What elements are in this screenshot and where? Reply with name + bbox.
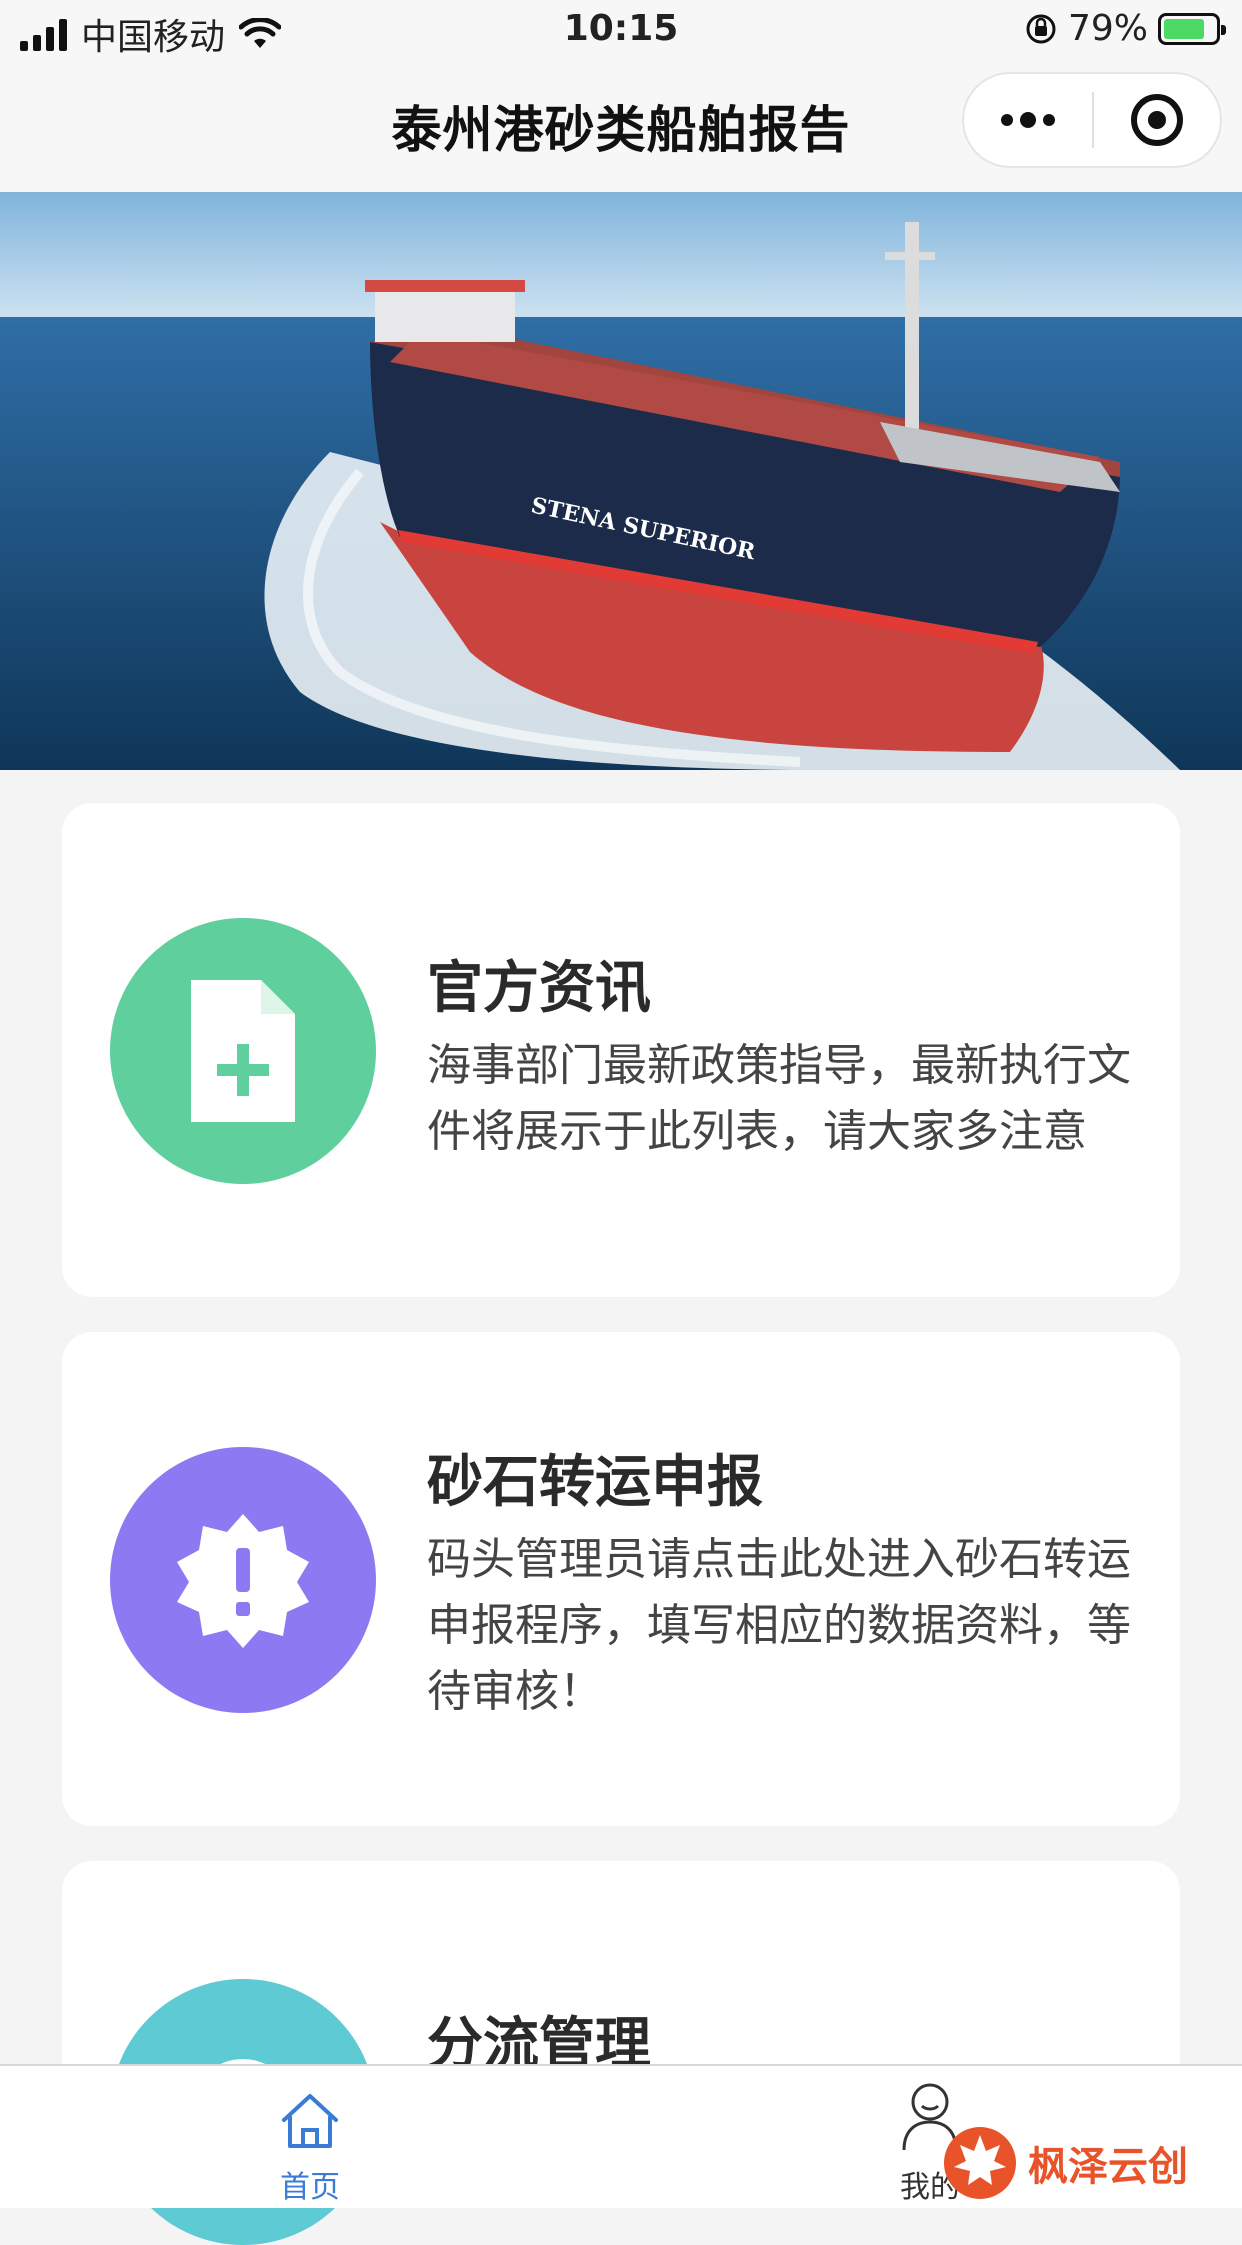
close-button[interactable] bbox=[1094, 74, 1220, 166]
alert-badge-icon bbox=[110, 1447, 376, 1713]
card-title: 砂石转运申报 bbox=[427, 1450, 763, 1515]
orientation-lock-icon bbox=[1026, 14, 1056, 43]
battery-percent: 79% bbox=[1067, 8, 1148, 49]
maple-leaf-icon bbox=[944, 2127, 1016, 2199]
target-icon bbox=[1131, 94, 1183, 146]
ship-illustration: STENA SUPERIOR bbox=[0, 192, 1242, 770]
card-official-news[interactable]: 官方资讯 海事部门最新政策指导，最新执行文件将展示于此列表，请大家多注意 bbox=[62, 803, 1180, 1297]
card-sand-transfer-report[interactable]: 砂石转运申报 码头管理员请点击此处进入砂石转运申报程序，填写相应的数据资料，等待… bbox=[62, 1332, 1180, 1826]
status-right: 79% bbox=[1024, 8, 1226, 49]
watermark: 枫泽云创 bbox=[940, 2120, 1240, 2206]
home-icon bbox=[282, 2094, 338, 2148]
tab-label: 首页 bbox=[280, 2170, 340, 2205]
document-add-icon bbox=[110, 918, 376, 1184]
nav-bar: 泰州港砂类船舶报告 bbox=[0, 62, 1242, 192]
battery-icon bbox=[1158, 12, 1226, 45]
card-desc: 海事部门最新政策指导，最新执行文件将展示于此列表，请大家多注意 bbox=[427, 1040, 1131, 1157]
mini-program-capsule bbox=[962, 72, 1222, 168]
banner-image[interactable]: STENA SUPERIOR bbox=[0, 192, 1242, 770]
watermark-text: 枫泽云创 bbox=[1028, 2144, 1188, 2190]
card-title: 官方资讯 bbox=[427, 956, 651, 1021]
more-button[interactable] bbox=[964, 74, 1092, 166]
card-desc: 码头管理员请点击此处进入砂石转运申报程序，填写相应的数据资料，等待审核！ bbox=[427, 1534, 1131, 1717]
status-bar: 中国移动 10:15 79% bbox=[0, 0, 1242, 62]
battery-level-fill bbox=[1164, 18, 1204, 39]
tab-home[interactable]: 首页 bbox=[210, 2066, 410, 2210]
